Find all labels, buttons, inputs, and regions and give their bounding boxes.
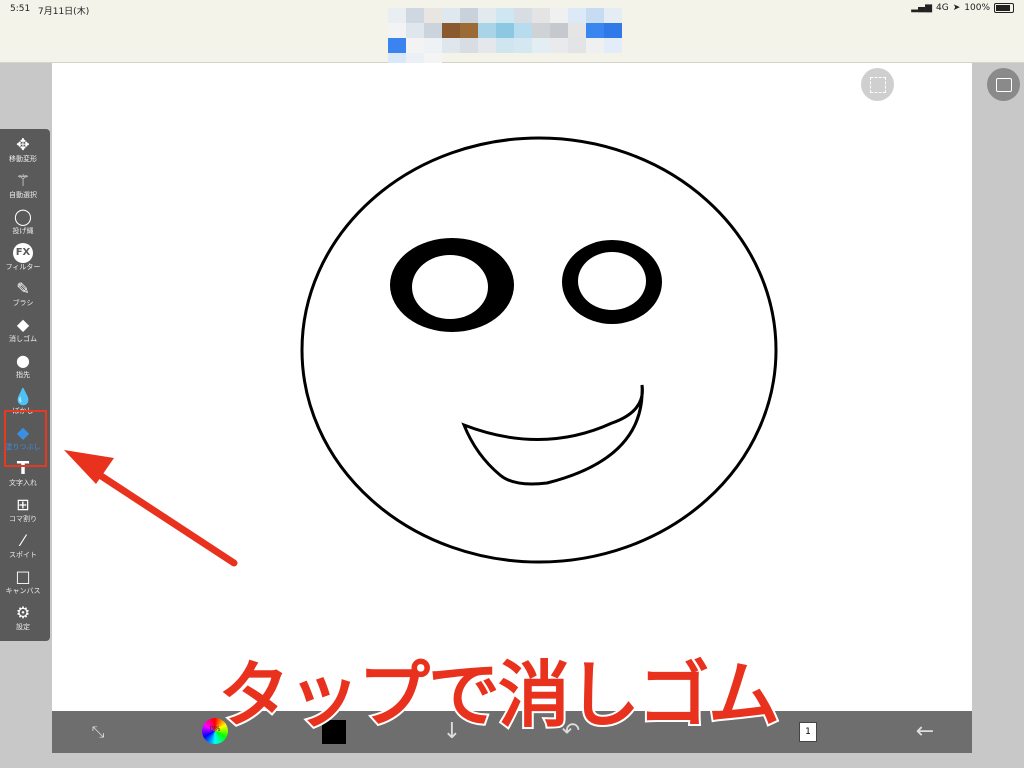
smiley-drawing: [300, 136, 778, 564]
tool-finger[interactable]: ● 指先: [0, 349, 46, 385]
fx-icon: FX: [13, 243, 33, 263]
tool-label: フィルター: [5, 263, 41, 271]
status-time: 5:51: [10, 4, 31, 14]
frame-icon: ⊞: [16, 495, 30, 514]
tool-palette: ✥ 移動変形 ⚚ 自動選択 ◯ 投げ縄 FX フィルター ✎ ブラシ ◆ 消しゴ…: [0, 129, 50, 641]
tool-label: キャンバス: [5, 587, 41, 595]
tool-filter[interactable]: FX フィルター: [0, 241, 46, 277]
back-arrow-icon[interactable]: ←: [905, 711, 945, 753]
fill-tool-highlight: [4, 410, 47, 467]
gallery-button[interactable]: [987, 68, 1020, 101]
tool-frame[interactable]: ⊞ コマ割り: [0, 493, 46, 529]
blurred-title-image: [388, 8, 638, 68]
tool-eraser[interactable]: ◆ 消しゴム: [0, 313, 46, 349]
tool-move[interactable]: ✥ 移動変形: [0, 133, 46, 169]
finger-icon: ●: [16, 351, 30, 370]
tool-label: コマ割り: [9, 515, 37, 523]
canvas-icon: □: [15, 567, 31, 586]
tool-label: 消しゴム: [9, 335, 37, 343]
eyedropper-icon: ⁄: [21, 531, 25, 550]
drawing-canvas[interactable]: [52, 63, 972, 711]
tool-label: 設定: [16, 623, 30, 631]
annotation-caption: タップで消しゴム: [216, 651, 782, 739]
tool-lasso[interactable]: ◯ 投げ縄: [0, 205, 46, 241]
brush-icon: ✎: [16, 279, 30, 298]
battery-label: 100%: [964, 3, 990, 13]
transform-icon[interactable]: ⤡: [78, 711, 118, 753]
tool-brush[interactable]: ✎ ブラシ: [0, 277, 46, 313]
tool-label: 投げ縄: [12, 227, 34, 235]
tool-label: 自動選択: [9, 191, 37, 199]
selection-button[interactable]: [861, 68, 894, 101]
move-icon: ✥: [16, 135, 30, 154]
signal-icon: ▂▄▆: [911, 3, 933, 13]
location-icon: ➤: [952, 3, 961, 13]
lasso-icon: ◯: [14, 207, 32, 226]
status-date: 7月11日(木): [38, 7, 90, 17]
tool-label: 指先: [16, 371, 30, 379]
network-label: 4G: [936, 3, 949, 13]
gear-icon: ⚙: [15, 603, 31, 622]
battery-icon: [994, 3, 1014, 13]
eraser-icon: ◆: [16, 315, 30, 334]
magic-wand-icon: ⚚: [15, 171, 31, 190]
tool-canvas[interactable]: □ キャンバス: [0, 565, 46, 601]
tool-label: 文字入れ: [9, 479, 37, 487]
status-right: ▂▄▆ 4G ➤ 100%: [911, 3, 1014, 13]
tool-eyedropper[interactable]: ⁄ スポイト: [0, 529, 46, 565]
status-bar: 5:51 7月11日(木) ▂▄▆ 4G ➤ 100%: [0, 0, 1024, 68]
tool-label: ブラシ: [12, 299, 34, 307]
blur-icon: 💧: [13, 387, 33, 406]
tool-label: スポイト: [9, 551, 37, 559]
tool-settings[interactable]: ⚙ 設定: [0, 601, 46, 637]
layer-count-button[interactable]: 1: [799, 722, 817, 742]
tool-label: 移動変形: [9, 155, 37, 163]
tool-magic-wand[interactable]: ⚚ 自動選択: [0, 169, 46, 205]
